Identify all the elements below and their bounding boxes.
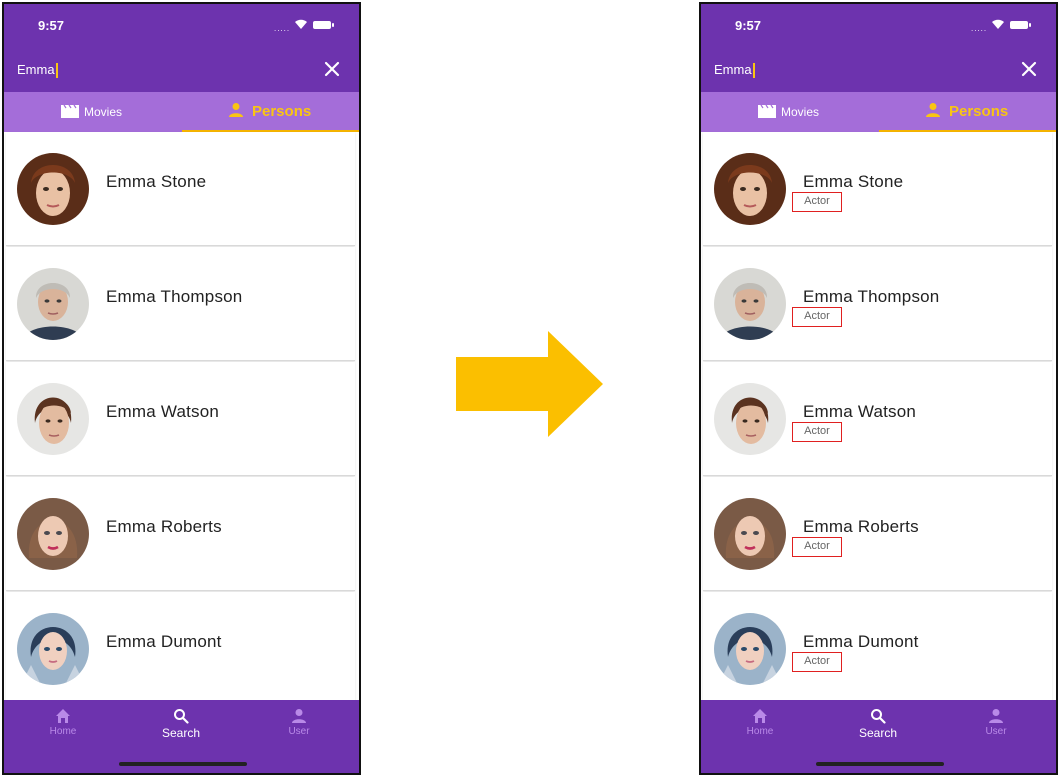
nav-user[interactable]: User — [259, 708, 339, 737]
bottom-navigation: Home Search User — [701, 700, 1056, 773]
nav-user-label: User — [288, 726, 310, 737]
person-icon — [229, 103, 243, 117]
status-bar: 9:57 ..... — [4, 4, 359, 49]
person-list: Emma Stone Emma Thompson Emma Watson Emm… — [4, 132, 359, 706]
nav-home[interactable]: Home — [720, 708, 800, 737]
status-bar: 9:57 ..... — [701, 4, 1056, 49]
nav-search-label: Search — [161, 726, 201, 740]
search-icon — [174, 709, 189, 724]
search-query: Emma — [714, 62, 752, 77]
avatar — [714, 613, 786, 685]
tab-movies[interactable]: Movies — [4, 92, 182, 132]
person-role-label: Actor — [792, 537, 842, 557]
battery-icon — [313, 21, 334, 29]
nav-search[interactable]: Search — [838, 708, 918, 740]
status-time: 9:57 — [38, 18, 65, 33]
text-caret — [752, 63, 755, 79]
user-icon — [292, 709, 306, 723]
person-name: Emma Dumont — [803, 632, 919, 651]
person-role-label: Actor — [792, 652, 842, 672]
close-icon[interactable] — [322, 59, 342, 79]
close-icon[interactable] — [1019, 59, 1039, 79]
tab-persons[interactable]: Persons — [879, 92, 1056, 132]
person-list: Emma Stone Actor Emma Thompson Actor Emm… — [701, 132, 1056, 706]
cellular-signal-icon: ..... — [274, 24, 291, 33]
transition-arrow-icon — [456, 331, 603, 437]
person-name: Emma Thompson — [106, 287, 243, 306]
list-item[interactable]: Emma Thompson Actor — [703, 247, 1052, 361]
battery-icon — [1010, 21, 1031, 29]
avatar — [714, 498, 786, 570]
person-name: Emma Watson — [106, 402, 220, 421]
list-item[interactable]: Emma Watson — [6, 362, 355, 476]
person-name: Emma Thompson — [803, 287, 940, 306]
avatar — [17, 268, 89, 340]
avatar — [714, 268, 786, 340]
person-name: Emma Roberts — [106, 517, 222, 536]
person-name: Emma Stone — [106, 172, 207, 191]
nav-search-label: Search — [858, 726, 898, 740]
list-item[interactable]: Emma Watson Actor — [703, 362, 1052, 476]
list-item[interactable]: Emma Roberts — [6, 477, 355, 591]
tab-persons-label: Persons — [949, 103, 1009, 120]
movie-clapper-icon — [758, 105, 776, 118]
person-name: Emma Watson — [803, 402, 917, 421]
home-indicator — [119, 762, 247, 766]
list-item[interactable]: Emma Dumont — [6, 592, 355, 706]
person-role-label: Actor — [792, 307, 842, 327]
search-input[interactable]: Emma — [17, 62, 58, 79]
search-input[interactable]: Emma — [714, 62, 755, 79]
person-role-label: Actor — [792, 422, 842, 442]
nav-search[interactable]: Search — [141, 708, 221, 740]
list-item[interactable]: Emma Dumont Actor — [703, 592, 1052, 706]
list-item[interactable]: Emma Stone Actor — [703, 132, 1052, 246]
search-icon — [871, 709, 886, 724]
person-name: Emma Dumont — [106, 632, 222, 651]
home-indicator — [816, 762, 944, 766]
nav-home-label: Home — [746, 726, 774, 737]
movie-clapper-icon — [61, 105, 79, 118]
user-icon — [989, 709, 1003, 723]
person-name: Emma Roberts — [803, 517, 919, 536]
tab-movies-label: Movies — [781, 105, 820, 119]
person-name: Emma Stone — [803, 172, 904, 191]
person-icon — [926, 103, 940, 117]
status-time: 9:57 — [735, 18, 762, 33]
text-caret — [55, 63, 58, 79]
avatar — [17, 498, 89, 570]
avatar — [17, 153, 89, 225]
nav-home-label: Home — [49, 726, 77, 737]
avatar — [714, 153, 786, 225]
tab-bar: Movies Persons — [4, 92, 359, 132]
tab-persons-label: Persons — [252, 103, 312, 120]
person-role-label: Actor — [792, 192, 842, 212]
wifi-icon — [992, 19, 1004, 29]
search-bar: Emma — [4, 49, 359, 92]
avatar — [714, 383, 786, 455]
avatar — [17, 383, 89, 455]
cellular-signal-icon: ..... — [971, 24, 988, 33]
list-item[interactable]: Emma Stone — [6, 132, 355, 246]
tab-movies-label: Movies — [84, 105, 123, 119]
nav-user-label: User — [985, 726, 1007, 737]
phone-screen-before: 9:57 ..... Emma Movies Persons Emma Ston… — [2, 2, 361, 775]
search-query: Emma — [17, 62, 55, 77]
home-icon — [56, 709, 70, 723]
list-item[interactable]: Emma Thompson — [6, 247, 355, 361]
tab-bar: Movies Persons — [701, 92, 1056, 132]
nav-user[interactable]: User — [956, 708, 1036, 737]
home-icon — [753, 709, 767, 723]
tab-persons[interactable]: Persons — [182, 92, 359, 132]
list-item[interactable]: Emma Roberts Actor — [703, 477, 1052, 591]
nav-home[interactable]: Home — [23, 708, 103, 737]
tab-movies[interactable]: Movies — [701, 92, 879, 132]
search-bar: Emma — [701, 49, 1056, 92]
avatar — [17, 613, 89, 685]
wifi-icon — [295, 19, 307, 29]
phone-screen-after: 9:57 ..... Emma Movies Persons Emma Ston… — [699, 2, 1058, 775]
bottom-navigation: Home Search User — [4, 700, 359, 773]
